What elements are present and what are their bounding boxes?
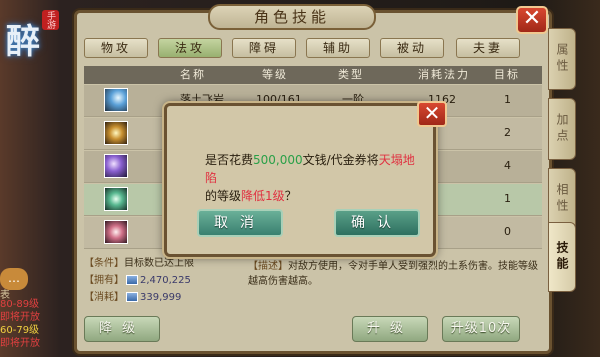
tab-magic-attack[interactable]: 法攻 — [158, 38, 222, 58]
confirm-button[interactable]: 确认 — [334, 209, 420, 237]
owned-value: 2,470,225 — [140, 275, 191, 286]
owned-label: 【拥有】 — [84, 275, 124, 286]
row-target: 4 — [504, 159, 511, 172]
coin-icon — [126, 275, 138, 285]
msg-prefix: 是否花费 — [205, 153, 254, 167]
upgrade-button[interactable]: 升级 — [352, 316, 428, 342]
col-name: 名称 — [180, 68, 206, 81]
col-level: 等级 — [262, 68, 288, 81]
tab-passive[interactable]: 被动 — [380, 38, 444, 58]
desc-text: 对敌方使用，令对手单人受到强烈的土系伤害。技能等级越高伤害越高。 — [248, 261, 538, 287]
col-cost: 消耗法力 — [418, 68, 470, 81]
side-tab-points[interactable]: 加点 — [548, 98, 576, 160]
panel-title: 角色技能 — [208, 4, 376, 30]
tab-obstruct[interactable]: 障碍 — [232, 38, 296, 58]
row-target: 2 — [504, 126, 511, 139]
tab-physical-attack[interactable]: 物攻 — [84, 38, 148, 58]
cost-line: 【消耗】 339,999 — [84, 291, 181, 305]
skill-icon — [104, 121, 128, 145]
dialog-close-button[interactable]: ✕ — [417, 101, 447, 127]
skill-table-header: 名称 等级 类型 消耗法力 目标 — [84, 66, 542, 84]
msg-line2-prefix: 的等级 — [205, 189, 242, 203]
tab-spouse[interactable]: 夫妻 — [456, 38, 520, 58]
condition-label: 【条件】 — [84, 258, 124, 269]
downgrade-button[interactable]: 降级 — [84, 316, 160, 342]
skill-icon — [104, 187, 128, 211]
skill-icon — [104, 154, 128, 178]
col-target: 目标 — [494, 68, 520, 81]
cancel-button[interactable]: 取消 — [197, 209, 283, 237]
msg-suffix: ？ — [284, 189, 297, 203]
logo-glyph: 醉 — [6, 22, 40, 62]
game-logo: 醉 手游 — [2, 8, 64, 70]
panel-close-button[interactable]: ✕ — [516, 6, 548, 34]
msg-amount: 500,000 — [253, 153, 303, 167]
skill-description: 【描述】对敌方使用，令对手单人受到强烈的土系伤害。技能等级越高伤害越高。 — [248, 259, 538, 289]
condition-line: 【条件】目标数已达上限 — [84, 257, 194, 271]
skill-category-tabs: 物攻 法攻 障碍 辅助 被动 夫妻 — [84, 38, 544, 60]
condition-value: 目标数已达上限 — [124, 258, 194, 269]
msg-mid: 文钱/代金券将 — [302, 153, 379, 167]
tab-assist[interactable]: 辅助 — [306, 38, 370, 58]
row-target: 0 — [504, 225, 511, 238]
skill-icon — [104, 220, 128, 244]
upgrade-ten-button[interactable]: 升级10次 — [442, 316, 520, 342]
owned-line: 【拥有】 2,470,225 — [84, 274, 191, 288]
cost-value: 339,999 — [140, 292, 182, 303]
desc-label: 【描述】 — [248, 261, 288, 272]
skill-icon — [104, 88, 128, 112]
row-target: 1 — [504, 93, 511, 106]
side-tab-affinity[interactable]: 相性 — [548, 168, 576, 230]
logo-badge: 手游 — [42, 10, 59, 30]
cost-label: 【消耗】 — [84, 292, 124, 303]
dialog-message: 是否花费500,000文钱/代金券将天塌地陷 的等级降低1级？ — [205, 151, 425, 205]
row-target: 1 — [504, 192, 511, 205]
msg-action: 降低1级 — [241, 189, 285, 203]
side-tab-skills[interactable]: 技能 — [548, 222, 576, 292]
col-type: 类型 — [338, 68, 364, 81]
side-tab-attributes[interactable]: 属性 — [548, 28, 576, 90]
coin-icon — [126, 292, 138, 302]
